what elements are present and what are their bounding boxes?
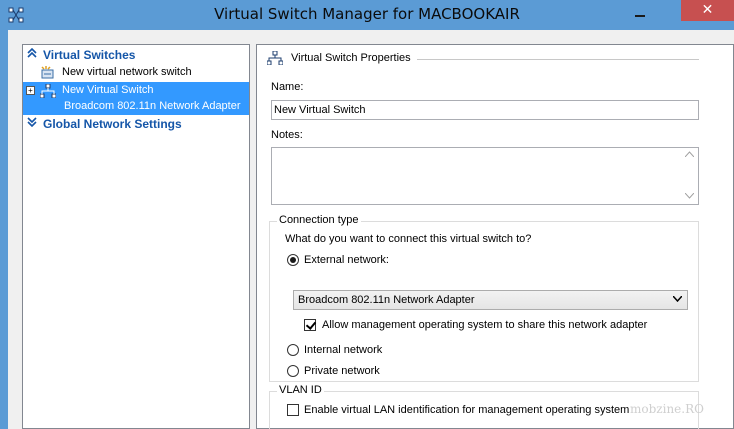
window-client-area: Virtual Switches New virtual network swi…: [8, 30, 734, 429]
virtual-switch-icon: [266, 50, 284, 66]
connection-type-title: Connection type: [277, 214, 361, 226]
notes-textarea[interactable]: [271, 147, 699, 205]
switch-properties-pane: Virtual Switch Properties Name: Notes: C…: [256, 44, 734, 429]
header-divider: [417, 59, 699, 60]
virtual-switches-section[interactable]: Virtual Switches: [23, 47, 249, 63]
external-adapter-value: Broadcom 802.11n Network Adapter: [298, 294, 475, 306]
scroll-up-icon[interactable]: [684, 150, 695, 159]
external-network-radio[interactable]: [287, 254, 299, 266]
chevron-up-icon: [27, 47, 37, 60]
virtual-switch-icon: [39, 83, 57, 99]
scroll-down-icon[interactable]: [684, 192, 695, 201]
virtual-switches-heading: Virtual Switches: [43, 48, 136, 62]
private-network-radio[interactable]: [287, 365, 299, 377]
global-network-settings-heading: Global Network Settings: [43, 117, 182, 131]
chevron-down-icon: [672, 294, 683, 305]
external-adapter-dropdown[interactable]: Broadcom 802.11n Network Adapter: [293, 290, 688, 310]
enable-vlan-checkbox[interactable]: [287, 404, 299, 416]
new-switch-label: New virtual network switch: [62, 66, 192, 78]
allow-management-os-checkbox[interactable]: [304, 319, 316, 331]
enable-vlan-label: Enable virtual LAN identification for ma…: [304, 404, 630, 416]
name-input[interactable]: [271, 100, 699, 120]
expand-toggle[interactable]: +: [26, 86, 35, 95]
switch-tree: Virtual Switches New virtual network swi…: [22, 44, 250, 429]
allow-management-os-label: Allow management operating system to sha…: [322, 319, 648, 331]
internal-network-label: Internal network: [304, 344, 383, 356]
private-network-label: Private network: [304, 365, 380, 377]
title-bar: Virtual Switch Manager for MACBOOKAIR ✕: [0, 0, 734, 30]
close-button[interactable]: ✕: [681, 0, 734, 21]
notes-scrollbar[interactable]: [682, 148, 698, 204]
minimize-button[interactable]: [626, 4, 654, 24]
external-network-label: External network:: [304, 254, 389, 266]
watermark: mobzine.RO: [630, 402, 704, 416]
connection-question: What do you want to connect this virtual…: [285, 233, 532, 245]
global-network-settings-section[interactable]: Global Network Settings: [23, 116, 249, 132]
name-label: Name:: [271, 81, 304, 93]
chevron-down-icon: [27, 117, 37, 129]
switch-adapter-label: Broadcom 802.11n Network Adapter: [64, 100, 241, 112]
window-title: Virtual Switch Manager for MACBOOKAIR: [214, 5, 520, 23]
notes-label: Notes:: [271, 129, 303, 141]
properties-title: Virtual Switch Properties: [291, 52, 411, 64]
switch-name-label: New Virtual Switch: [62, 84, 154, 96]
new-virtual-network-switch-item[interactable]: New virtual network switch: [23, 64, 249, 82]
internal-network-radio[interactable]: [287, 344, 299, 356]
new-switch-icon: [40, 66, 56, 80]
tree-item-new-virtual-switch[interactable]: + New Virtual Switch Broadcom 802.11n Ne…: [23, 82, 249, 115]
vlan-id-title: VLAN ID: [277, 384, 324, 396]
